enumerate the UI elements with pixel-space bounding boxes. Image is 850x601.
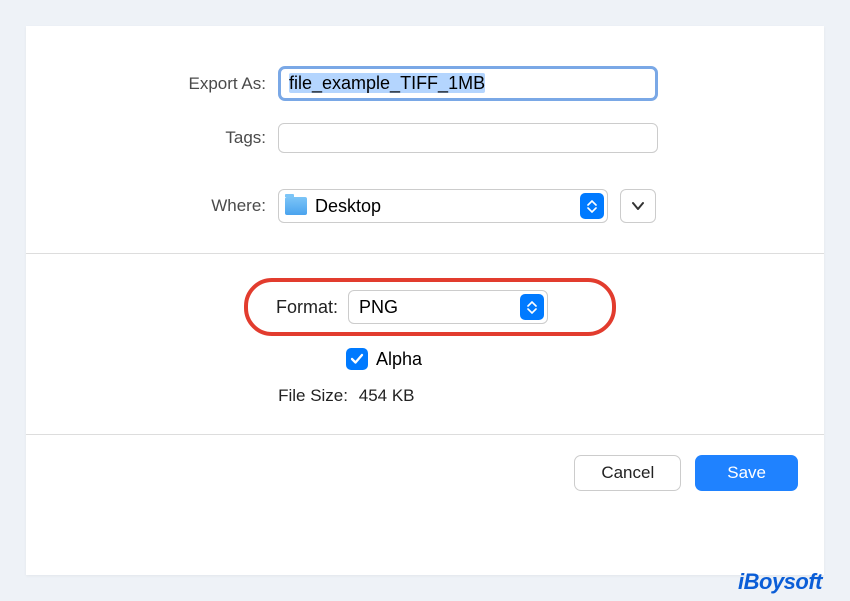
expand-button[interactable]: [620, 189, 656, 223]
where-row: Where: Desktop: [26, 183, 824, 229]
cancel-button[interactable]: Cancel: [574, 455, 681, 491]
filesize-row: File Size: 454 KB: [26, 386, 824, 406]
format-value: PNG: [359, 297, 398, 318]
where-label: Where:: [66, 196, 278, 216]
alpha-label: Alpha: [376, 349, 422, 370]
format-select[interactable]: PNG: [348, 290, 548, 324]
tags-input[interactable]: [278, 123, 658, 153]
where-value: Desktop: [315, 196, 381, 217]
alpha-row: Alpha: [26, 348, 824, 370]
filesize-label: File Size:: [258, 386, 348, 406]
format-row: Format: PNG: [26, 282, 824, 332]
save-button[interactable]: Save: [695, 455, 798, 491]
export-dialog: Export As: file_example_TIFF_1MB Tags: W…: [26, 26, 824, 575]
filename-input[interactable]: file_example_TIFF_1MB: [278, 66, 658, 101]
folder-icon: [285, 197, 307, 215]
button-row: Cancel Save: [26, 435, 824, 511]
updown-icon: [580, 193, 604, 219]
export-as-row: Export As: file_example_TIFF_1MB: [26, 60, 824, 107]
top-section: Export As: file_example_TIFF_1MB Tags: W…: [26, 26, 824, 254]
alpha-checkbox[interactable]: [346, 348, 368, 370]
middle-section: Format: PNG Alpha File Size: 454 KB: [26, 254, 824, 435]
filesize-value: 454 KB: [359, 386, 415, 405]
export-as-label: Export As:: [66, 74, 278, 94]
tags-label: Tags:: [66, 128, 278, 148]
chevron-down-icon: [631, 201, 645, 211]
where-select[interactable]: Desktop: [278, 189, 608, 223]
updown-icon: [520, 294, 544, 320]
tags-row: Tags:: [26, 117, 824, 159]
checkmark-icon: [350, 353, 364, 365]
watermark: iBoysoft: [738, 569, 822, 595]
